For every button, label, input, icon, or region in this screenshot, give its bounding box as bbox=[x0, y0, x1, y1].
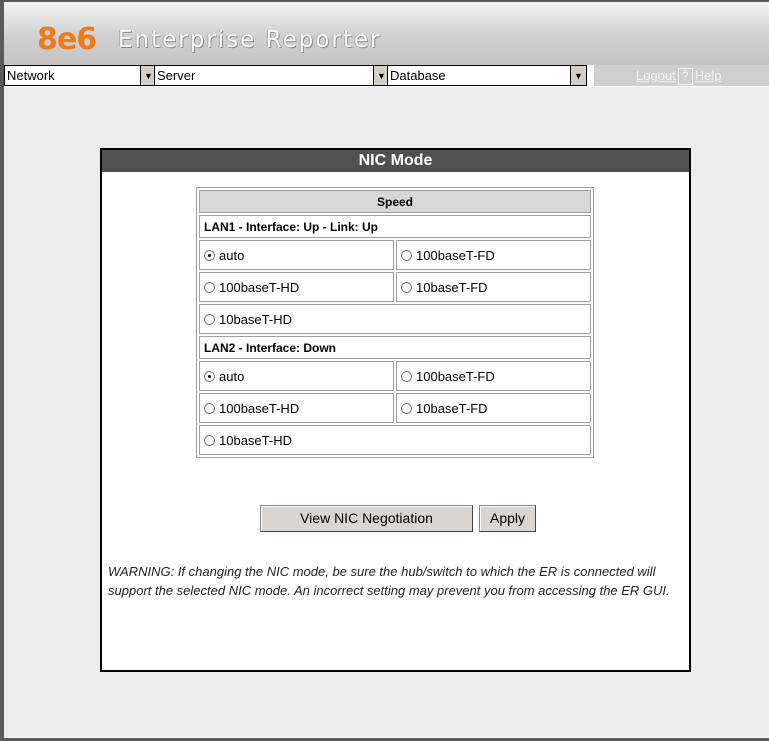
panel-title: NIC Mode bbox=[102, 150, 689, 172]
server-menu-label: Server bbox=[157, 68, 196, 83]
server-menu-select[interactable]: Server ▼ bbox=[154, 65, 390, 86]
speed-header: Speed bbox=[199, 190, 591, 213]
nic-mode-panel: NIC Mode Speed LAN1 - Interface: Up - Li… bbox=[100, 148, 691, 672]
radio-icon[interactable] bbox=[204, 313, 215, 325]
lan2-option-10baset-hd[interactable]: 10baseT-HD bbox=[199, 425, 591, 455]
product-name: Enterprise Reporter bbox=[118, 27, 382, 53]
radio-icon[interactable] bbox=[204, 434, 215, 446]
menu-bar: Network ▼ Server ▼ Database ▼ Logout? Hel… bbox=[4, 65, 769, 87]
logout-link[interactable]: Logout bbox=[636, 68, 676, 83]
lan1-option-100baset-hd[interactable]: 100baseT-HD bbox=[199, 272, 394, 302]
app-header: 8e6 Enterprise Reporter bbox=[4, 2, 769, 65]
database-menu-select[interactable]: Database ▼ bbox=[387, 65, 587, 86]
radio-icon[interactable] bbox=[401, 249, 412, 261]
help-icon[interactable]: ? bbox=[677, 68, 693, 86]
apply-button[interactable]: Apply bbox=[479, 505, 536, 532]
view-nic-negotiation-button[interactable]: View NIC Negotiation bbox=[260, 505, 473, 532]
radio-icon[interactable] bbox=[401, 402, 412, 414]
lan1-option-10baset-hd[interactable]: 10baseT-HD bbox=[199, 304, 591, 334]
menu-links: Logout? Help bbox=[594, 65, 769, 86]
lan2-option-100baset-hd[interactable]: 100baseT-HD bbox=[199, 393, 394, 423]
network-menu-label: Network bbox=[7, 68, 55, 83]
lan1-option-10baset-fd[interactable]: 10baseT-FD bbox=[396, 272, 591, 302]
brand-logo: 8e6 bbox=[37, 22, 97, 57]
radio-selected-icon[interactable] bbox=[204, 249, 215, 261]
lan2-title: LAN2 - Interface: Down bbox=[199, 336, 591, 359]
speed-table: Speed LAN1 - Interface: Up - Link: Up au… bbox=[196, 187, 594, 458]
lan2-option-auto[interactable]: auto bbox=[199, 361, 394, 391]
lan1-option-auto[interactable]: auto bbox=[199, 240, 394, 270]
help-link[interactable]: Help bbox=[695, 68, 722, 83]
lan2-option-100baset-fd[interactable]: 100baseT-FD bbox=[396, 361, 591, 391]
lan1-title: LAN1 - Interface: Up - Link: Up bbox=[199, 215, 591, 238]
radio-icon[interactable] bbox=[204, 402, 215, 414]
radio-icon[interactable] bbox=[401, 281, 412, 293]
radio-icon[interactable] bbox=[204, 281, 215, 293]
radio-selected-icon[interactable] bbox=[204, 370, 215, 382]
network-menu-select[interactable]: Network ▼ bbox=[4, 65, 157, 86]
content-area: NIC Mode Speed LAN1 - Interface: Up - Li… bbox=[4, 87, 769, 737]
warning-text: WARNING: If changing the NIC mode, be su… bbox=[108, 564, 670, 598]
radio-icon[interactable] bbox=[401, 370, 412, 382]
lan1-option-100baset-fd[interactable]: 100baseT-FD bbox=[396, 240, 591, 270]
lan2-option-10baset-fd[interactable]: 10baseT-FD bbox=[396, 393, 591, 423]
chevron-down-icon[interactable]: ▼ bbox=[570, 66, 586, 85]
database-menu-label: Database bbox=[390, 68, 446, 83]
